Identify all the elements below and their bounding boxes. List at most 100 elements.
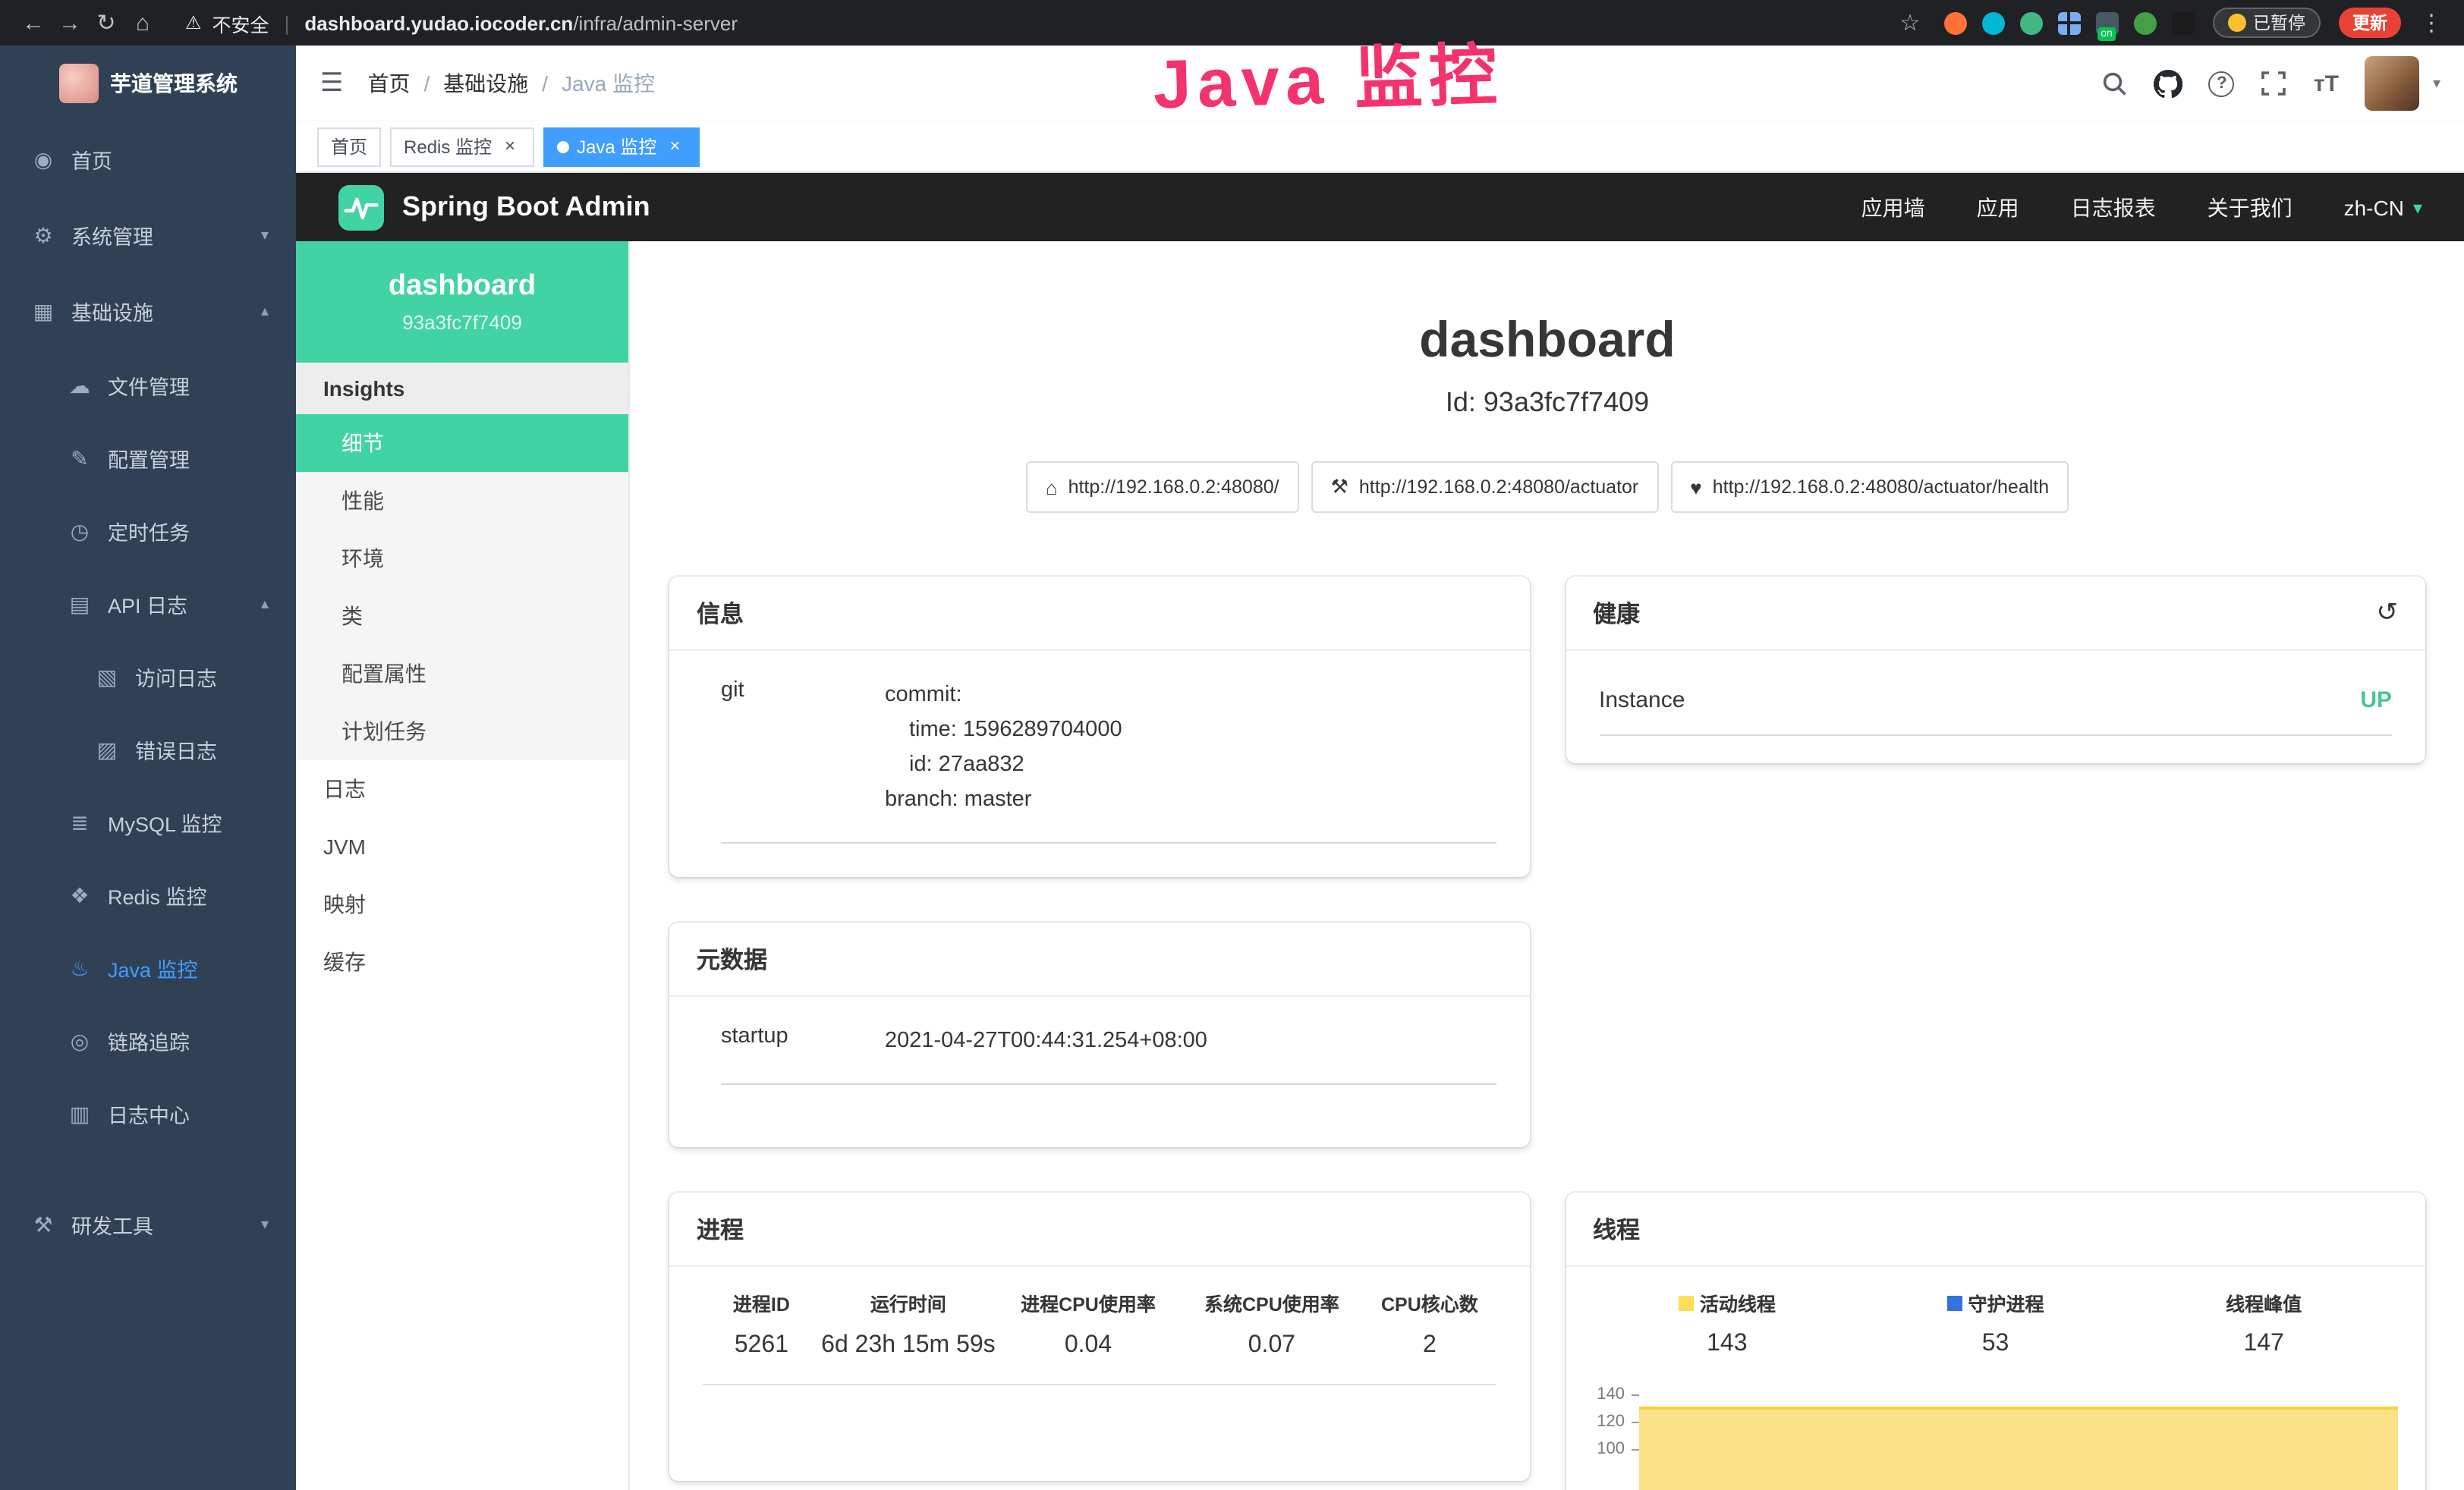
y-tick: 100 [1581, 1440, 1638, 1467]
url-separator: | [285, 11, 290, 34]
paused-badge[interactable]: 已暂停 [2212, 8, 2321, 38]
breadcrumb-separator: / [542, 71, 548, 96]
breadcrumb-home[interactable]: 首页 [368, 68, 411, 99]
reload-icon[interactable]: ↻ [88, 9, 124, 36]
locale-label: zh-CN [2344, 195, 2404, 219]
browser-menu-icon[interactable]: ⋮ [2413, 9, 2450, 36]
hamburger-icon[interactable]: ☰ [320, 68, 344, 99]
legend-label: 线程峰值 [2226, 1288, 2302, 1317]
sidebar-item-tracing[interactable]: ◎ 链路追踪 [0, 1004, 296, 1077]
breadcrumb: 首页 / 基础设施 / Java 监控 [368, 68, 656, 99]
address-bar[interactable]: ⚠ 不安全 | dashboard.yudao.iocoder.cn/infra… [185, 8, 738, 37]
metadata-row-label: startup [721, 1024, 885, 1059]
tab-redis-monitor[interactable]: Redis 监控 × [390, 127, 534, 166]
chevron-down-icon[interactable]: ▾ [2433, 75, 2440, 92]
spring-boot-admin-logo [338, 184, 384, 230]
back-icon[interactable]: ← [15, 10, 52, 36]
instance-header[interactable]: dashboard 93a3fc7f7409 [296, 241, 628, 363]
breadcrumb-infrastructure[interactable]: 基础设施 [443, 68, 528, 99]
sidebar-item-scheduled-jobs[interactable]: ◷ 定时任务 [0, 495, 296, 567]
metadata-row-value: 2021-04-27T00:44:31.254+08:00 [885, 1024, 1207, 1059]
search-icon[interactable] [2101, 70, 2129, 97]
redis-icon: ❖ [67, 882, 93, 908]
sba-nav-journal[interactable]: 日志报表 [2071, 192, 2156, 222]
sba-nav-links: 应用墙 应用 日志报表 关于我们 zh-CN ▾ [1861, 192, 2422, 222]
sba-item-config-properties[interactable]: 配置属性 [296, 645, 628, 703]
sba-item-logs[interactable]: 日志 [296, 760, 628, 818]
edit-icon: ✎ [67, 445, 93, 471]
chevron-down-icon: ▾ [2413, 196, 2422, 218]
legend-value: 147 [2129, 1331, 2398, 1358]
extension-icon-6[interactable] [2133, 11, 2156, 34]
github-icon[interactable] [2154, 69, 2183, 98]
extension-grid-icon[interactable] [2057, 11, 2080, 34]
extension-icon-1[interactable] [1943, 11, 1966, 34]
extension-icon-3[interactable] [2019, 11, 2042, 34]
sidebar-item-label: 配置管理 [108, 443, 190, 473]
actuator-url-link[interactable]: ⚒ http://192.168.0.2:48080/actuator [1311, 461, 1659, 513]
sba-item-performance[interactable]: 性能 [296, 472, 628, 530]
card-title: 信息 [697, 596, 744, 630]
tab-home[interactable]: 首页 [317, 127, 381, 166]
cards-grid: 信息 git commit: time: 1596289704000 id: 2 [630, 577, 2464, 1490]
sba-item-jvm[interactable]: JVM [296, 818, 628, 875]
user-avatar[interactable] [2365, 56, 2419, 111]
sidebar-item-label: 日志中心 [108, 1099, 190, 1129]
paused-label: 已暂停 [2253, 11, 2305, 35]
sidebar-item-access-logs[interactable]: ▧ 访问日志 [0, 640, 296, 713]
sba-item-caches[interactable]: 缓存 [296, 933, 628, 991]
sidebar-item-dev-tools[interactable]: ⚒ 研发工具 ▾ [0, 1187, 296, 1262]
url-text: dashboard.yudao.iocoder.cn/infra/admin-s… [304, 11, 738, 34]
sidebar-item-redis-monitor[interactable]: ❖ Redis 监控 [0, 859, 296, 932]
health-url-link[interactable]: ♥ http://192.168.0.2:48080/actuator/heal… [1670, 461, 2069, 513]
sidebar-item-label: Redis 监控 [108, 880, 207, 910]
card-title: 元数据 [697, 942, 767, 976]
close-icon[interactable]: × [664, 136, 685, 157]
sba-nav-applications[interactable]: 应用 [1977, 192, 2019, 222]
tab-label: Redis 监控 [404, 134, 492, 159]
help-icon[interactable]: ? [2209, 71, 2235, 96]
sidebar-item-api-logs[interactable]: ▤ API 日志 ▴ [0, 567, 296, 640]
sidebar-item-system-management[interactable]: ⚙ 系统管理 ▾ [0, 197, 296, 273]
bookmark-star-icon[interactable]: ☆ [1892, 9, 1928, 36]
sba-nav-about[interactable]: 关于我们 [2208, 192, 2292, 222]
database-icon: ≣ [67, 809, 93, 835]
sidebar-item-file-management[interactable]: ☁ 文件管理 [0, 349, 296, 422]
sidebar-item-log-center[interactable]: ▥ 日志中心 [0, 1077, 296, 1150]
sidebar-item-infrastructure[interactable]: ▦ 基础设施 ▴ [0, 273, 296, 349]
sba-item-mappings[interactable]: 映射 [296, 875, 628, 933]
tools-icon: ⚒ [30, 1212, 56, 1237]
sidebar-item-error-logs[interactable]: ▨ 错误日志 [0, 713, 296, 786]
app-logo[interactable]: 芋道管理系统 [0, 46, 296, 121]
dashboard-icon: ◉ [30, 146, 56, 172]
sba-item-environment[interactable]: 环境 [296, 530, 628, 587]
sba-item-details[interactable]: 细节 [296, 414, 628, 472]
sidebar-item-home[interactable]: ◉ 首页 [0, 121, 296, 197]
font-size-icon[interactable]: ᴛT [2314, 71, 2339, 96]
app-sidebar: 芋道管理系统 ◉ 首页 ⚙ 系统管理 ▾ ▦ 基础设施 ▴ ☁ [0, 46, 296, 1490]
infrastructure-icon: ▦ [30, 298, 56, 324]
forward-icon[interactable]: → [52, 10, 88, 36]
extension-icon-2[interactable] [1981, 11, 2004, 34]
extension-on-icon[interactable]: on [2095, 11, 2118, 34]
sba-language-selector[interactable]: zh-CN ▾ [2344, 195, 2422, 219]
legend-value: 53 [1861, 1331, 2130, 1358]
close-icon[interactable]: × [499, 136, 521, 157]
sba-item-scheduled-tasks[interactable]: 计划任务 [296, 703, 628, 760]
sba-item-classes[interactable]: 类 [296, 587, 628, 645]
legend-label: 守护进程 [1968, 1288, 2044, 1317]
sidebar-item-java-monitor[interactable]: ♨ Java 监控 [0, 932, 296, 1004]
home-icon[interactable]: ⌂ [124, 10, 161, 36]
threads-chart: 140 120 100 [1581, 1367, 2404, 1490]
tab-java-monitor[interactable]: Java 监控× [543, 127, 699, 166]
update-button[interactable]: 更新 [2339, 8, 2401, 38]
extension-icon-7[interactable] [2171, 11, 2194, 34]
sba-nav-wallboard[interactable]: 应用墙 [1861, 192, 1925, 222]
sidebar-item-config-management[interactable]: ✎ 配置管理 [0, 422, 296, 495]
chevron-up-icon: ▴ [261, 303, 269, 319]
instance-url-link[interactable]: ⌂ http://192.168.0.2:48080/ [1026, 461, 1299, 513]
fullscreen-icon[interactable] [2261, 70, 2288, 97]
history-icon[interactable]: ↺ [2377, 598, 2399, 628]
sidebar-item-mysql-monitor[interactable]: ≣ MySQL 监控 [0, 786, 296, 859]
card-header: 元数据 [669, 923, 1529, 997]
